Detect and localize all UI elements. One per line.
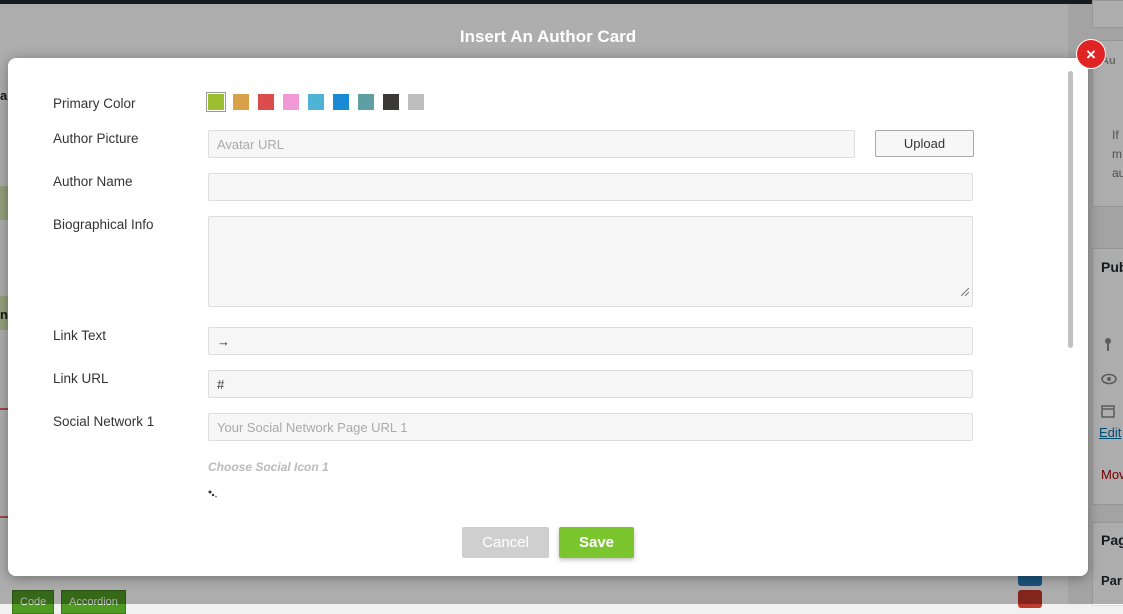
color-swatch[interactable] [233,94,249,110]
color-swatch[interactable] [333,94,349,110]
avatar-url-input[interactable] [208,130,855,158]
author-card-modal: Primary Color Author Picture Upload Auth… [8,58,1088,576]
link-text-input[interactable] [208,327,973,355]
color-swatch[interactable] [308,94,324,110]
color-swatch[interactable] [383,94,399,110]
color-swatch[interactable] [206,92,226,112]
color-swatch[interactable] [358,94,374,110]
color-swatch[interactable] [408,94,424,110]
upload-button[interactable]: Upload [875,130,974,157]
close-icon[interactable]: × [1076,39,1106,69]
modal-footer: Cancel Save [8,510,1088,576]
color-swatch[interactable] [258,94,274,110]
modal-scrollbar-thumb[interactable] [1068,71,1073,348]
bio-textarea[interactable] [208,216,973,307]
link-url-label: Link URL [53,371,109,386]
resize-grip-icon[interactable] [961,288,969,296]
social-icon-placeholder-icon[interactable] [208,490,218,498]
author-picture-label: Author Picture [53,131,139,146]
link-url-input[interactable] [208,370,973,398]
social-network-1-input[interactable] [208,413,973,441]
social-network-1-label: Social Network 1 [53,414,155,429]
author-name-input[interactable] [208,173,973,201]
modal-title: Insert An Author Card [459,27,637,46]
save-button[interactable]: Save [559,527,634,558]
color-swatch[interactable] [283,94,299,110]
link-text-label: Link Text [53,328,107,343]
choose-social-icon-label[interactable]: Choose Social Icon 1 [208,460,329,474]
cancel-button[interactable]: Cancel [462,527,549,558]
bio-label: Biographical Info [53,217,154,232]
primary-color-label: Primary Color [53,96,136,111]
author-name-label: Author Name [53,174,133,189]
